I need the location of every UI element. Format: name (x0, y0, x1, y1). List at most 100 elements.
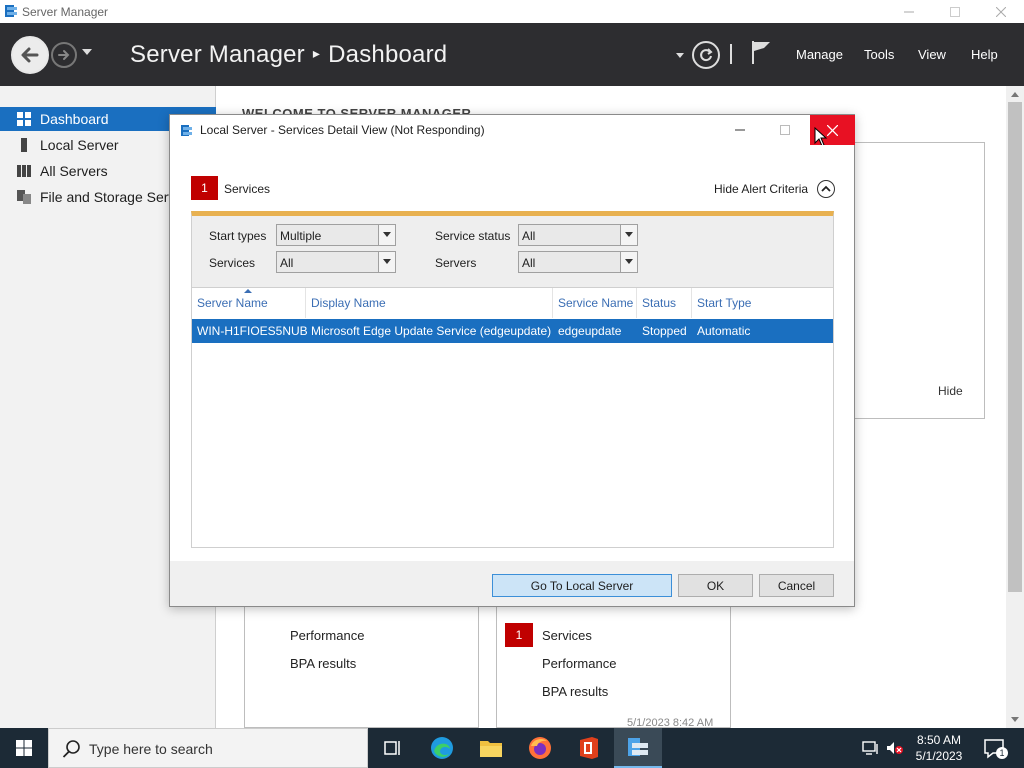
services-detail-dialog: Local Server - Services Detail View (Not… (169, 114, 855, 607)
ok-button[interactable]: OK (678, 574, 753, 597)
header-divider (730, 44, 732, 64)
servers-filter-select[interactable]: All (518, 251, 638, 273)
taskbar-edge[interactable] (418, 728, 466, 768)
alert-count-badge: 1 (191, 176, 218, 200)
table-row[interactable]: WIN-H1FIOES5NUB Microsoft Edge Update Se… (192, 319, 833, 343)
taskbar-office[interactable] (565, 728, 613, 768)
services-filter-value: All (280, 256, 294, 270)
start-types-value: Multiple (280, 229, 322, 243)
maximize-button[interactable] (932, 0, 978, 23)
task-view-button[interactable] (368, 728, 416, 768)
column-header-start-type[interactable]: Start Type (692, 288, 833, 318)
tile-right-bpa-results[interactable]: BPA results (542, 684, 608, 699)
column-header-server-name[interactable]: Server Name (192, 288, 306, 318)
dialog-body: 1 Services Hide Alert Criteria Start typ… (170, 145, 854, 561)
servers-icon (17, 165, 31, 177)
sidebar-item-label: All Servers (40, 163, 108, 179)
go-to-local-server-button[interactable]: Go To Local Server (492, 574, 672, 597)
cell-start-type: Automatic (697, 324, 751, 338)
alert-label: Services (224, 182, 271, 196)
services-filter-select[interactable]: All (276, 251, 396, 273)
start-button[interactable] (0, 728, 48, 768)
maximize-icon (780, 125, 790, 135)
dialog-app-icon (181, 125, 192, 136)
mouse-cursor-icon (814, 127, 828, 147)
taskbar-clock[interactable]: 8:50 AM 5/1/2023 (898, 732, 980, 764)
arrow-right-icon (58, 50, 70, 60)
window-titlebar: Server Manager (0, 0, 1024, 23)
column-header-display-name[interactable]: Display Name (306, 288, 553, 318)
action-center-button[interactable]: 1 (982, 736, 1008, 760)
taskbar: Type here to search 8:50 AM 5/1/2023 1 (0, 728, 1024, 768)
column-header-label: Status (642, 296, 677, 310)
cell-server-name: WIN-H1FIOES5NUB (197, 324, 308, 338)
refresh-button[interactable] (692, 41, 720, 69)
task-view-icon (384, 741, 400, 755)
chevron-up-icon (821, 185, 831, 192)
tile-left-performance[interactable]: Performance (290, 628, 364, 643)
notifications-flag-icon[interactable] (750, 39, 772, 65)
notification-count-badge: 1 (996, 747, 1008, 759)
menu-tools[interactable]: Tools (864, 47, 894, 62)
scroll-up-icon[interactable] (1011, 92, 1019, 97)
tile-right: 1 Services Performance BPA results 5/1/2… (496, 601, 731, 729)
tile-right-services-badge: 1 (505, 623, 533, 647)
network-icon[interactable] (862, 740, 880, 756)
search-placeholder: Type here to search (89, 741, 213, 757)
minimize-icon (904, 11, 914, 12)
close-button[interactable] (978, 0, 1024, 23)
menu-view[interactable]: View (918, 47, 946, 62)
scroll-down-icon[interactable] (1011, 717, 1019, 722)
back-button[interactable] (11, 36, 49, 74)
column-header-label: Display Name (311, 296, 386, 310)
close-icon (996, 6, 1006, 17)
tile-left-bpa-results[interactable]: BPA results (290, 656, 356, 671)
minimize-button[interactable] (886, 0, 932, 23)
collapse-criteria-button[interactable] (817, 180, 835, 198)
start-types-select[interactable]: Multiple (276, 224, 396, 246)
history-dropdown-icon[interactable] (82, 49, 92, 55)
dialog-maximize-button[interactable] (768, 115, 802, 145)
chevron-down-icon (620, 225, 637, 245)
window-title: Server Manager (22, 5, 109, 19)
taskbar-firefox[interactable] (516, 728, 564, 768)
service-status-select[interactable]: All (518, 224, 638, 246)
services-grid: Server Name Display Name Service Name St… (191, 287, 834, 548)
close-icon (827, 124, 838, 136)
hide-link[interactable]: Hide (938, 384, 963, 398)
minimize-icon (735, 129, 745, 131)
sidebar-item-label: Local Server (40, 137, 119, 153)
tile-left: Performance BPA results (244, 601, 479, 728)
office-icon (580, 737, 598, 759)
start-types-label: Start types (209, 229, 267, 243)
forward-button[interactable] (51, 42, 77, 68)
refresh-icon (700, 48, 713, 62)
menu-help[interactable]: Help (971, 47, 998, 62)
app-header: Server Manager ▸ Dashboard Manage Tools Vi… (0, 23, 1024, 86)
breadcrumb-page: Dashboard (328, 41, 448, 68)
scrollbar-thumb[interactable] (1008, 102, 1022, 592)
breadcrumb: Server Manager ▸ Dashboard (130, 41, 447, 69)
clock-date: 5/1/2023 (915, 749, 963, 763)
taskbar-server-manager[interactable] (614, 728, 662, 768)
column-header-status[interactable]: Status (637, 288, 692, 318)
cancel-button[interactable]: Cancel (759, 574, 834, 597)
menu-manage[interactable]: Manage (796, 47, 843, 62)
service-status-label: Service status (435, 229, 511, 243)
folder-icon (480, 741, 502, 757)
server-icon (21, 138, 27, 152)
taskbar-search-box[interactable]: Type here to search (48, 728, 368, 768)
windows-logo-icon (16, 740, 32, 756)
taskbar-file-explorer[interactable] (467, 728, 515, 768)
tile-right-performance[interactable]: Performance (542, 656, 616, 671)
hide-alert-criteria-link[interactable]: Hide Alert Criteria (714, 182, 808, 196)
arrow-left-icon (21, 47, 39, 63)
tile-right-services[interactable]: Services (542, 628, 592, 643)
refresh-dropdown-icon[interactable] (676, 53, 684, 58)
chevron-down-icon (378, 252, 395, 272)
chevron-down-icon (620, 252, 637, 272)
main-scrollbar[interactable] (1006, 86, 1024, 728)
column-header-service-name[interactable]: Service Name (553, 288, 637, 318)
dialog-title: Local Server - Services Detail View (Not… (200, 123, 485, 137)
dialog-minimize-button[interactable] (723, 115, 757, 145)
